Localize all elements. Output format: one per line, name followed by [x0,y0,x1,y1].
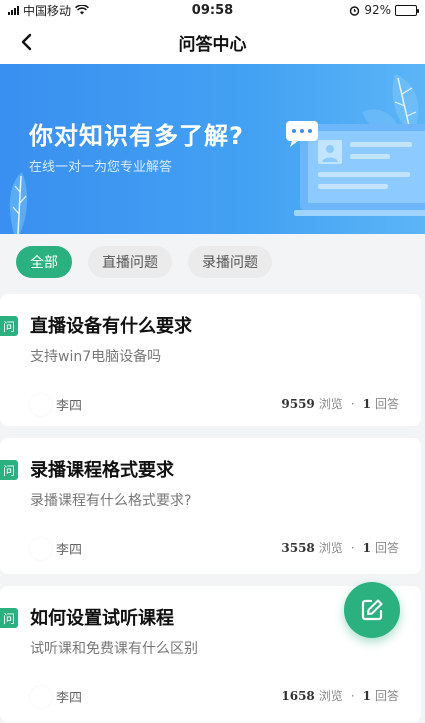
status-bar: 中国移动 09:58 92% [0,0,425,20]
answers-label: 回答 [374,689,399,703]
author-name: 李四 [56,691,83,706]
filter-recorded[interactable]: 录播问题 [188,246,272,278]
question-title: 录播课程格式要求 [30,460,174,481]
views-label: 浏览 [318,541,343,555]
question-badge: 问 [0,460,18,480]
nav-bar: 问答中心 [0,20,425,64]
chevron-left-icon [21,33,32,51]
filter-all[interactable]: 全部 [16,246,72,278]
answers-count: 1 [362,396,371,411]
question-badge: 问 [0,316,18,336]
views-label: 浏览 [318,689,343,703]
question-card[interactable]: 问 直播设备有什么要求 支持win7电脑设备吗 李四 9559 浏览 · 1 回… [0,294,421,426]
ask-question-button[interactable] [344,582,400,638]
filter-live[interactable]: 直播问题 [88,246,172,278]
avatar [30,394,52,416]
battery-icon [395,4,419,16]
author-name: 李四 [56,543,83,558]
author-name: 李四 [56,399,83,414]
question-title: 直播设备有什么要求 [30,316,192,337]
question-stats: 3558 浏览 · 1 回答 [281,539,399,556]
status-left: 中国移动 [8,2,158,19]
stats-separator: · [350,396,355,411]
hero-banner: 你对知识有多了解? 在线一对一为您专业解答 [0,64,425,234]
stats-separator: · [350,688,355,703]
page-title: 问答中心 [178,34,247,55]
stats-separator: · [350,540,355,555]
avatar [30,538,52,560]
question-title: 如何设置试听课程 [30,608,174,629]
banner-subtitle: 在线一对一为您专业解答 [29,160,173,175]
signal-icon [8,5,19,15]
question-card[interactable]: 问 录播课程格式要求 录播课程有什么格式要求? 李四 3558 浏览 · 1 回… [0,438,421,574]
answers-count: 1 [362,540,371,555]
battery-percent: 92% [364,3,391,17]
question-desc: 录播课程有什么格式要求? [30,493,192,509]
views-count: 1658 [281,688,315,703]
question-desc: 试听课和免费课有什么区别 [30,641,198,657]
wifi-icon [75,5,89,15]
question-badge: 问 [0,608,18,628]
filter-tabs: 全部 直播问题 录播问题 [0,234,425,290]
avatar [30,686,52,708]
status-right: 92% [349,3,419,17]
banner-title: 你对知识有多了解? [29,122,244,150]
edit-icon [361,599,383,621]
views-count: 9559 [281,396,315,411]
answers-count: 1 [362,688,371,703]
question-stats: 1658 浏览 · 1 回答 [281,687,399,704]
question-desc: 支持win7电脑设备吗 [30,349,162,365]
answers-label: 回答 [374,397,399,411]
views-count: 3558 [281,540,315,555]
answers-label: 回答 [374,541,399,555]
carrier-label: 中国移动 [23,3,72,18]
question-stats: 9559 浏览 · 1 回答 [281,395,399,412]
views-label: 浏览 [318,397,343,411]
alarm-icon [350,5,360,16]
back-button[interactable] [12,28,40,56]
